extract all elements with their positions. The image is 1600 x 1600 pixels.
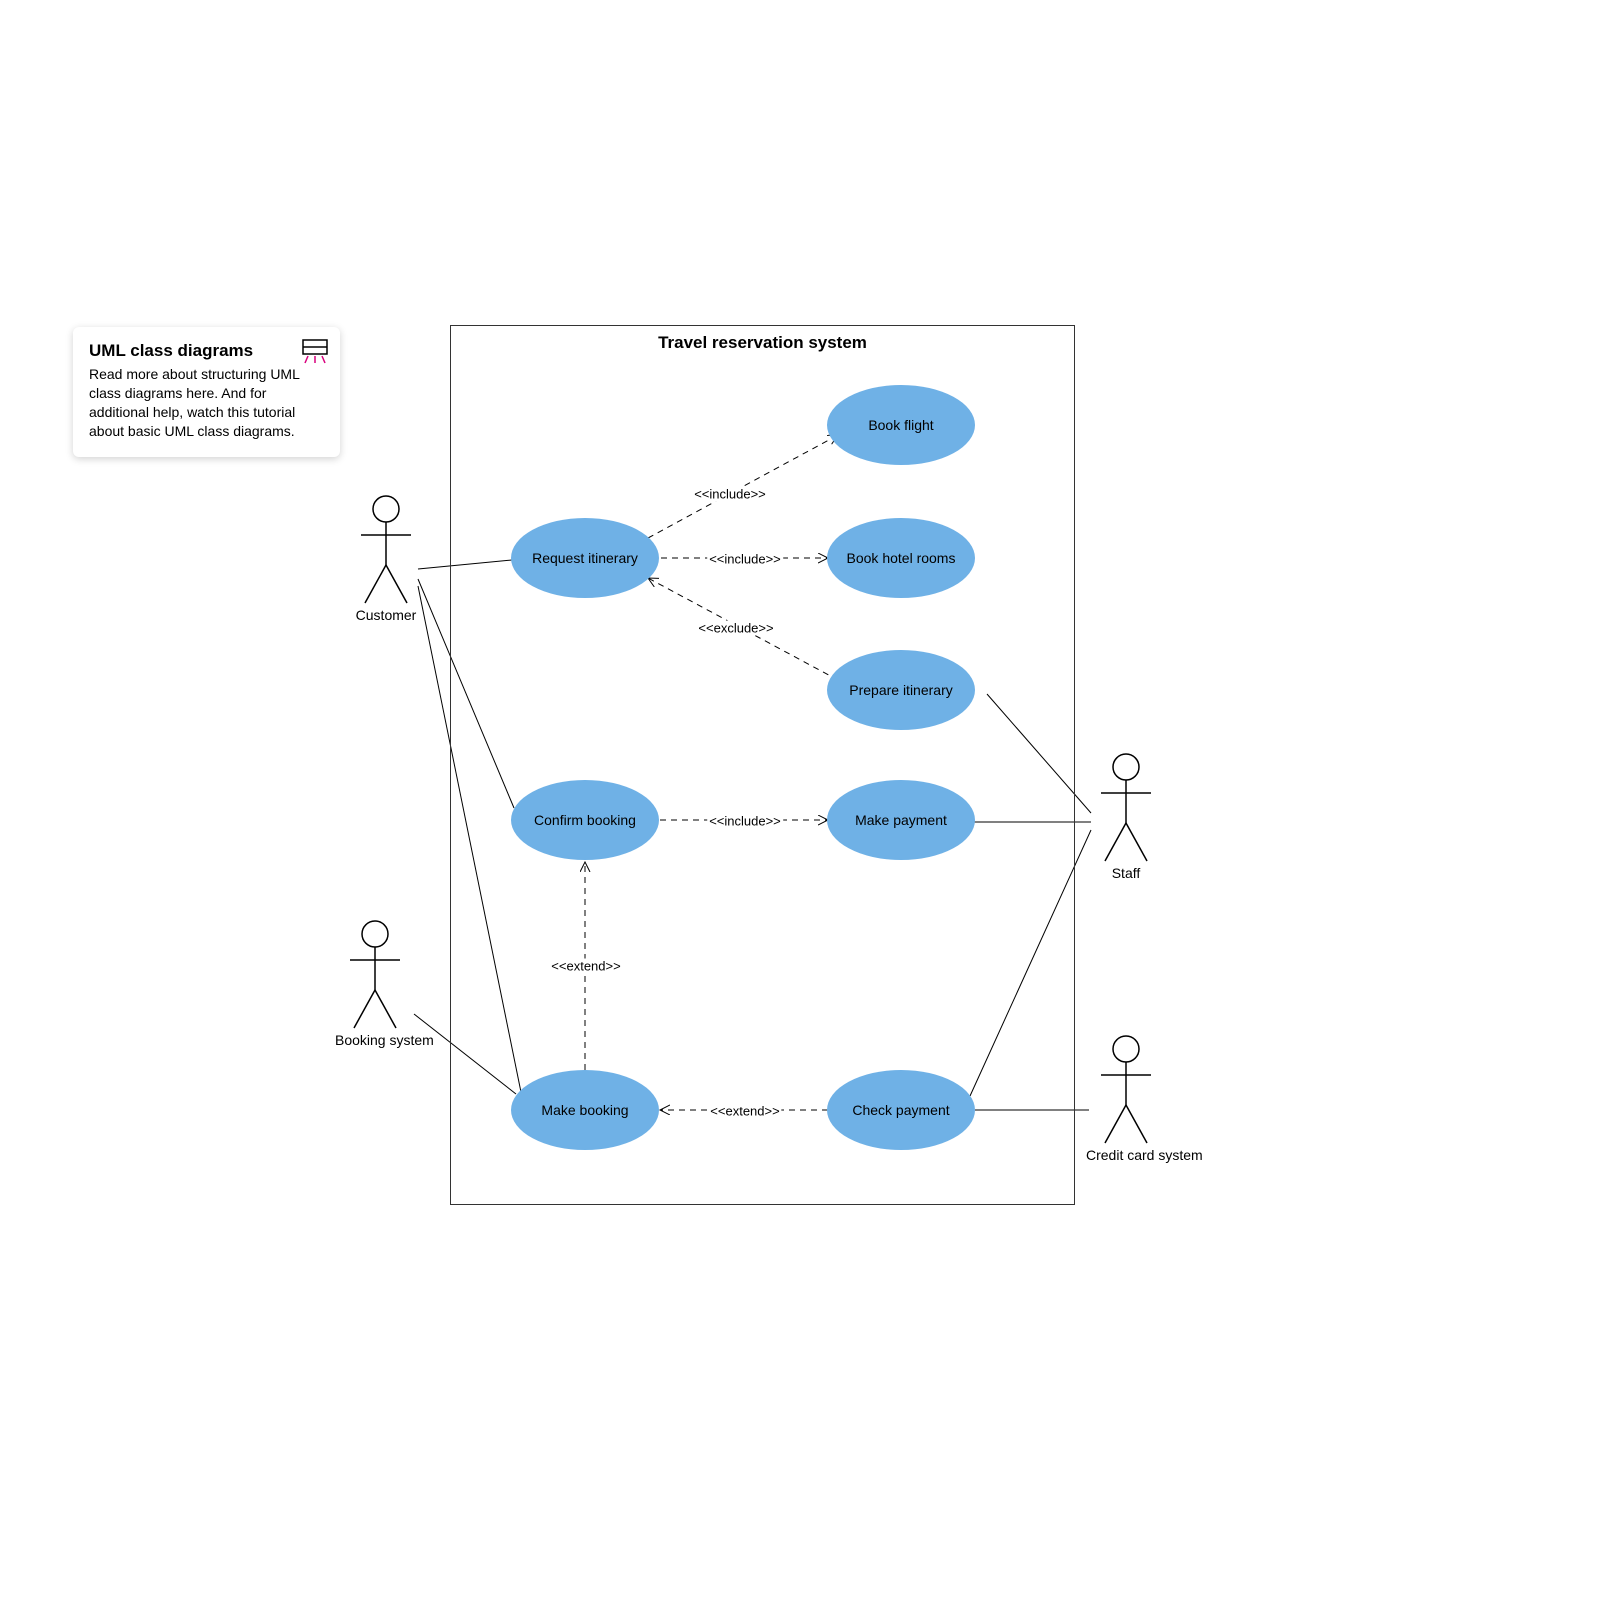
actor-credit-card-system[interactable]: Credit card system	[1086, 1035, 1166, 1163]
usecase-make-payment[interactable]: Make payment	[827, 780, 975, 860]
actor-staff[interactable]: Staff	[1086, 753, 1166, 881]
usecase-confirm-booking[interactable]: Confirm booking	[511, 780, 659, 860]
usecase-check-payment[interactable]: Check payment	[827, 1070, 975, 1150]
tip-body: Read more about structuring UML class di…	[89, 365, 324, 441]
diagram-canvas: UML class diagrams Read more about struc…	[0, 0, 1600, 1600]
usecase-make-booking[interactable]: Make booking	[511, 1070, 659, 1150]
tip-card: UML class diagrams Read more about struc…	[73, 327, 340, 457]
actor-label-booking-system: Booking system	[335, 1032, 415, 1048]
system-boundary	[450, 325, 1075, 1205]
actor-customer[interactable]: Customer	[346, 495, 426, 623]
actor-booking-system[interactable]: Booking system	[335, 920, 415, 1048]
tip-title: UML class diagrams	[89, 341, 324, 361]
actor-label-staff: Staff	[1086, 865, 1166, 881]
actor-label-customer: Customer	[346, 607, 426, 623]
usecase-book-flight[interactable]: Book flight	[827, 385, 975, 465]
actor-label-credit-card-system: Credit card system	[1086, 1147, 1166, 1163]
class-diagram-icon	[302, 339, 328, 365]
usecase-book-hotel-rooms[interactable]: Book hotel rooms	[827, 518, 975, 598]
usecase-request-itinerary[interactable]: Request itinerary	[511, 518, 659, 598]
usecase-prepare-itinerary[interactable]: Prepare itinerary	[827, 650, 975, 730]
system-title: Travel reservation system	[450, 333, 1075, 353]
